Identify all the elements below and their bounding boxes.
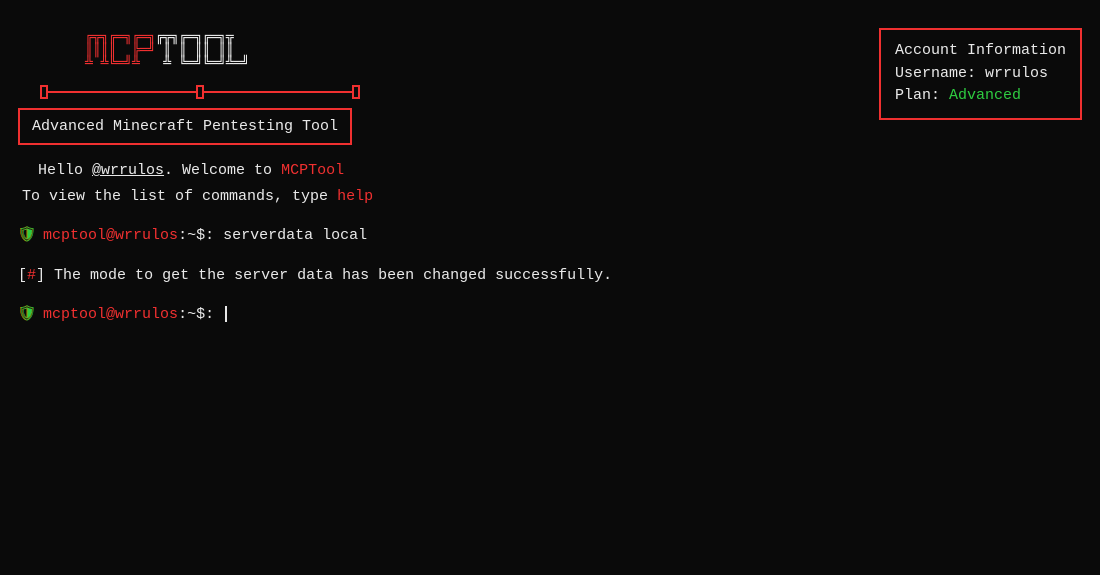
welcome-line: Hello @wrrulos. Welcome to MCPTool (38, 158, 1082, 184)
cursor-icon (225, 306, 227, 322)
hint-command: help (337, 188, 373, 205)
plan-label: Plan: (895, 87, 940, 104)
prompt-line-1: 🛡 mcptool@wrrulos:~$: serverdata local (18, 223, 1082, 249)
prompt-line-active[interactable]: 🛡 mcptool@wrrulos:~$: (18, 302, 1082, 328)
hello-prefix: Hello (38, 162, 92, 179)
status-line: [#] The mode to get the server data has … (18, 263, 1082, 289)
shield-icon: 🛡 (18, 223, 34, 249)
account-heading: Account Information (895, 40, 1066, 63)
prompt-path: :~$: (178, 306, 214, 323)
prompt-path: :~$: (178, 227, 214, 244)
hint-prefix: To view the list of commands, type (22, 188, 337, 205)
prompt-at: @ (106, 306, 115, 323)
subtitle-box: Advanced Minecraft Pentesting Tool (18, 108, 352, 145)
executed-command: serverdata local (223, 227, 367, 244)
prompt-user: mcptool (43, 227, 106, 244)
prompt-host: wrrulos (115, 306, 178, 323)
status-lbracket: [ (18, 267, 27, 284)
account-plan-row: Plan: Advanced (895, 85, 1066, 108)
username-value: wrrulos (985, 65, 1048, 82)
shield-icon: 🛡 (18, 302, 34, 328)
app-logo: ╔╦╗╔═╗╔═╗╔╦╗╔═╗╔═╗╦ ║║║║ ╠═╝ ║ ║ ║║ ║║ ╩… (85, 18, 249, 70)
prompt-at: @ (106, 227, 115, 244)
account-username-row: Username: wrrulos (895, 63, 1066, 86)
status-rbracket: ] (36, 267, 45, 284)
terminal-output: Hello @wrrulos. Welcome to MCPTool To vi… (18, 158, 1082, 328)
plan-value: Advanced (949, 87, 1021, 104)
user-handle: @wrrulos (92, 162, 164, 179)
logo-divider (40, 85, 360, 99)
prompt-user: mcptool (43, 306, 106, 323)
hint-line: To view the list of commands, type help (22, 184, 1082, 210)
status-message: The mode to get the server data has been… (45, 267, 612, 284)
subtitle-text: Advanced Minecraft Pentesting Tool (32, 118, 338, 135)
username-label: Username: (895, 65, 976, 82)
account-info-panel: Account Information Username: wrrulos Pl… (879, 28, 1082, 120)
hello-suffix: . Welcome to (164, 162, 281, 179)
tool-name: MCPTool (281, 162, 344, 179)
prompt-host: wrrulos (115, 227, 178, 244)
status-hash-icon: # (27, 267, 36, 284)
